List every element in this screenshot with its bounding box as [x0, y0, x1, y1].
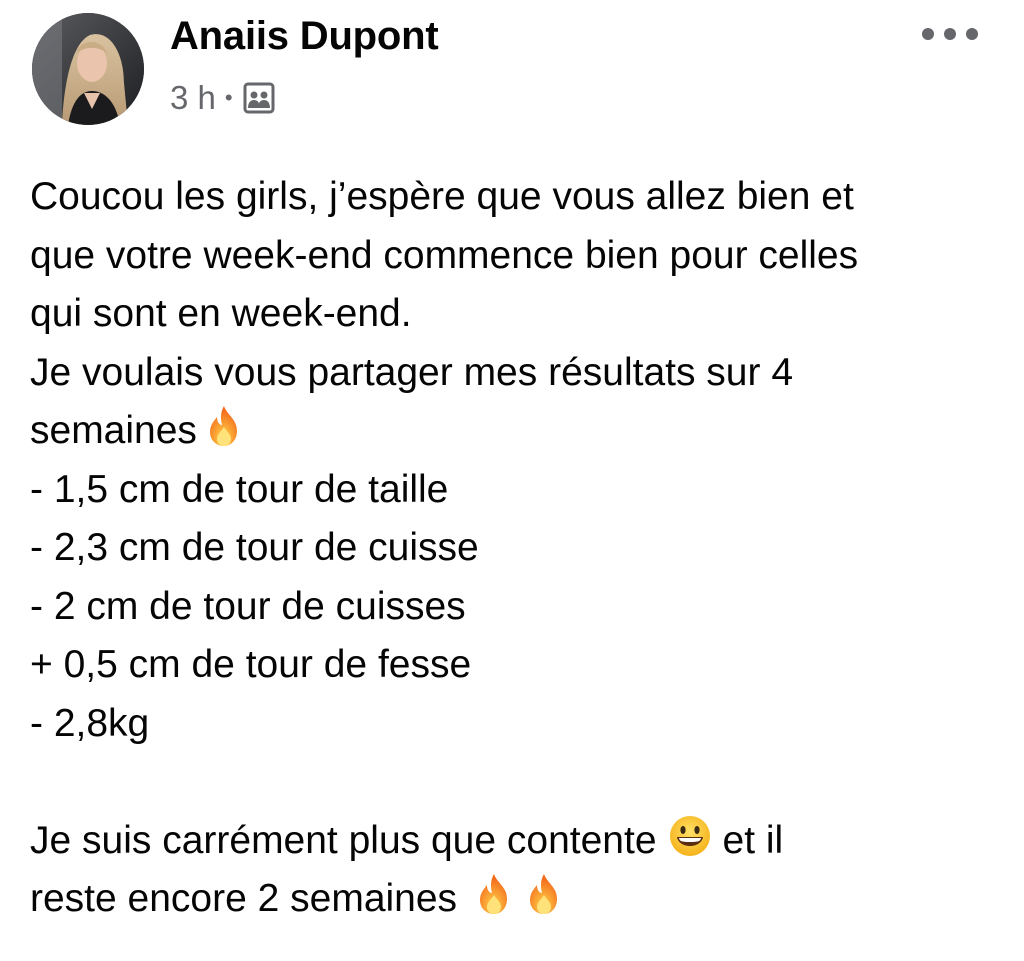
post-text-line: semaines [30, 402, 1010, 461]
avatar[interactable] [32, 13, 144, 125]
post-timestamp[interactable]: 3 h [170, 79, 216, 117]
post-text-segment: reste encore 2 semaines [30, 877, 458, 920]
post-text-line: reste encore 2 semaines [30, 870, 1010, 929]
post-text-segment: semaines [30, 409, 197, 452]
post-header: Anaiis Dupont 3 h • [0, 0, 1024, 140]
post-text-line: - 2,8kg [30, 701, 150, 745]
post-text-segment: et il [722, 818, 784, 862]
post-text: Coucou les girls, j’espère que vous alle… [30, 168, 1010, 929]
post-text-line: - 1,5 cm de tour de taille [30, 467, 449, 511]
post-text-line: - 2,3 cm de tour de cuisse [30, 526, 479, 569]
post-text-line: que votre week-end commence bien pour ce… [30, 233, 859, 277]
post-text-line: Coucou les girls, j’espère que vous alle… [30, 175, 854, 218]
post-text-line: Je suis carrément plus que contente et il [30, 812, 1010, 871]
post-text-segment: Je suis carrément plus que contente [30, 818, 657, 862]
post-text-line: qui sont en week-end. [30, 292, 412, 335]
fire-emoji-icon [521, 871, 567, 917]
more-options-button[interactable] [922, 20, 978, 48]
fire-emoji-icon [471, 871, 517, 917]
author-name[interactable]: Anaiis Dupont [170, 14, 439, 59]
more-horizontal-icon-dot [922, 28, 934, 40]
grinning-face-emoji-icon [667, 813, 713, 859]
post-meta: 3 h • [170, 78, 276, 118]
more-horizontal-icon-dot [944, 28, 956, 40]
more-horizontal-icon-dot [966, 28, 978, 40]
profile-photo-icon [32, 13, 144, 125]
post-text-line: Je voulais vous partager mes résultats s… [30, 350, 794, 394]
fire-emoji-icon [201, 403, 247, 449]
meta-separator: • [224, 85, 233, 110]
post-text-line: + 0,5 cm de tour de fesse [30, 643, 472, 686]
post-text-blank-line [30, 753, 1010, 812]
post-text-line: - 2 cm de tour de cuisses [30, 584, 466, 628]
group-members-icon[interactable] [242, 81, 276, 115]
